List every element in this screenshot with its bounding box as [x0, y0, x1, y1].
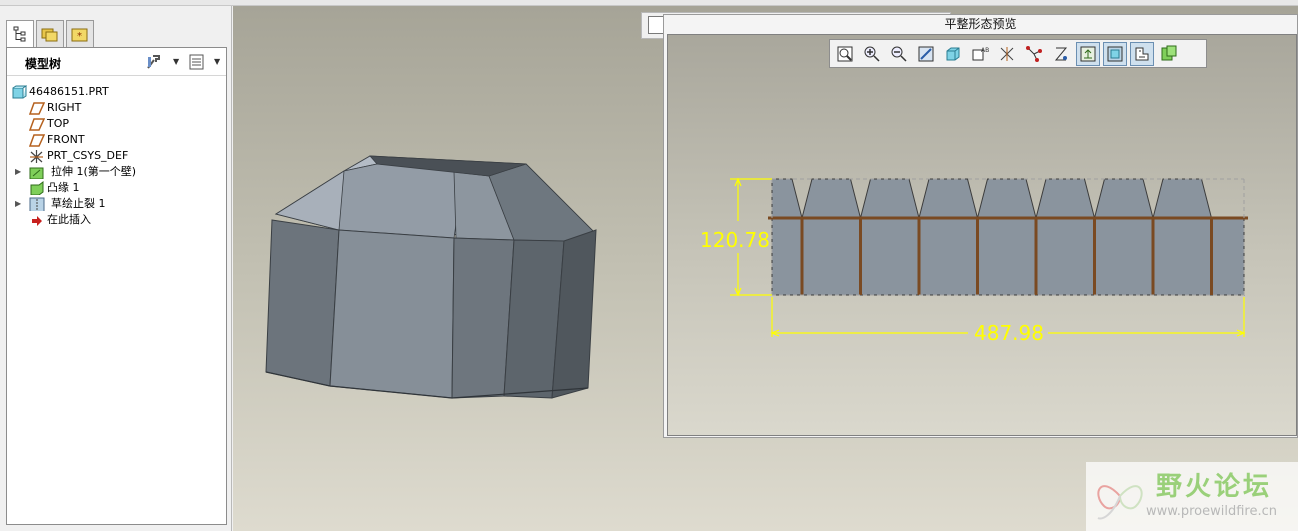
- flat-tab: [918, 178, 979, 219]
- forum-watermark: 野火论坛 www.proewildfire.cn: [1086, 462, 1298, 531]
- datum-plane-icon: [29, 134, 45, 147]
- favorites-folder-icon: *: [71, 28, 88, 42]
- model-tree: 模型树 ▼ ▼ 46486151.PRT RIGHT TOP FRONT PRT…: [6, 47, 227, 525]
- datum-plane-icon: [29, 102, 45, 115]
- settings-dropdown-arrow-icon[interactable]: ▼: [173, 57, 179, 66]
- flat-tab: [1152, 178, 1213, 219]
- forum-url: www.proewildfire.cn: [1146, 504, 1277, 519]
- model-tree-header: 模型树 ▼ ▼: [7, 48, 226, 76]
- svg-text:*: *: [77, 31, 82, 42]
- extrude-wall-icon: [29, 167, 44, 179]
- insert-here-arrow-icon: [32, 216, 42, 226]
- model-tree-icon: [13, 26, 26, 42]
- part-icon: [12, 85, 27, 99]
- flange-icon: [30, 181, 44, 195]
- flat-pattern-preview-dialog: 平整形态预览 AB 120.78 487.98: [663, 14, 1298, 438]
- dialog-title: 平整形态预览: [944, 17, 1017, 31]
- model-tree-title: 模型树: [25, 57, 62, 71]
- tab-favorites[interactable]: *: [66, 20, 94, 48]
- forum-name: 野火论坛: [1156, 472, 1273, 502]
- flat-tab: [1035, 178, 1096, 219]
- flat-pattern-drawing: 120.78 487.98: [700, 177, 1248, 345]
- tab-model-tree[interactable]: [6, 20, 34, 48]
- show-dropdown-arrow-icon[interactable]: ▼: [214, 57, 220, 66]
- flat-tab: [976, 178, 1037, 219]
- sketched-rip-icon: [29, 197, 45, 211]
- flat-preview-viewport[interactable]: AB 120.78 487.98: [667, 34, 1297, 436]
- datum-plane-icon: [29, 118, 45, 131]
- tab-folder-browser[interactable]: [36, 20, 64, 48]
- part-3d-model[interactable]: [264, 150, 604, 405]
- expand-arrow-icon[interactable]: ▶: [15, 164, 21, 180]
- flat-tab: [771, 178, 803, 219]
- coordinate-system-icon: [30, 150, 43, 163]
- forum-logo-icon: [1097, 485, 1143, 520]
- width-dimension-value: 487.98: [974, 321, 1044, 345]
- expand-arrow-icon[interactable]: ▶: [15, 196, 21, 212]
- flat-tab: [1093, 178, 1154, 219]
- settings-tools-icon[interactable]: [145, 54, 161, 70]
- height-dimension-value: 120.78: [700, 228, 770, 252]
- flat-tab: [859, 178, 920, 219]
- flat-main-strip: [771, 217, 1245, 296]
- navigator-tabs: *: [6, 20, 94, 48]
- show-list-icon[interactable]: [189, 54, 205, 70]
- flat-tab: [801, 178, 862, 219]
- navigator-panel: * 模型树 ▼ ▼ 46486151.PRT RIGHT TOP FRONT P…: [0, 6, 232, 531]
- folder-browser-icon: [41, 28, 58, 42]
